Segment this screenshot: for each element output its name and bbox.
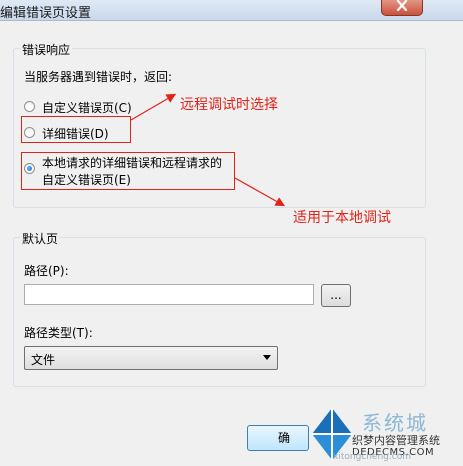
path-type-select[interactable]: 文件 — [24, 346, 278, 370]
error-prompt-label: 当服务器遇到错误时，返回: — [24, 70, 173, 84]
chevron-down-icon — [263, 355, 271, 360]
path-input[interactable] — [24, 284, 314, 305]
path-label: 路径(P): — [24, 264, 69, 278]
annotation-remote-debug: 远程调试时选择 — [180, 97, 278, 113]
highlight-box-detailed-error — [21, 116, 131, 143]
watermark-line1: 织梦内容管理系统 — [352, 434, 440, 447]
window-title: 编辑错误页设置 — [0, 6, 92, 21]
title-bar: 编辑错误页设置 — [0, 0, 463, 21]
path-type-label: 路径类型(T): — [24, 326, 93, 340]
close-button[interactable] — [381, 0, 423, 16]
radio-custom-error-page-label[interactable]: 自定义错误页(C) — [42, 99, 132, 116]
highlight-box-local-option — [21, 152, 235, 190]
annotation-local-debug: 适用于本地调试 — [293, 210, 391, 226]
error-response-legend: 错误响应 — [20, 41, 73, 58]
default-page-legend: 默认页 — [20, 230, 61, 247]
browse-button[interactable]: ... — [321, 284, 351, 307]
radio-custom-error-page[interactable] — [24, 101, 35, 112]
watermark-line3: xitongcheng.com — [333, 452, 411, 462]
close-icon — [396, 0, 408, 11]
path-type-value: 文件 — [31, 353, 56, 367]
